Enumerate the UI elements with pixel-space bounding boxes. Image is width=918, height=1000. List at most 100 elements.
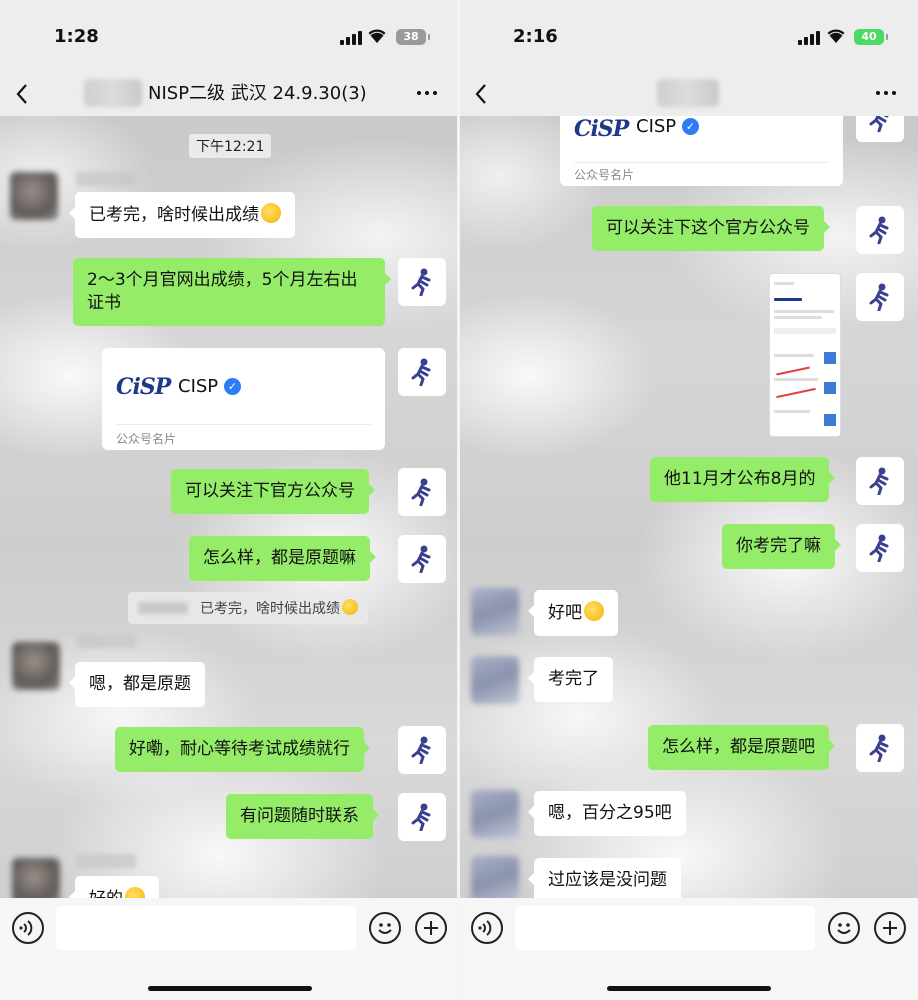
running-man-icon [411, 545, 431, 573]
message-bubble-sent[interactable]: 他11月才公布8月的 [650, 457, 836, 502]
message-bubble-sent[interactable]: 2～3个月官网出成绩，5个月左右出证书 [73, 258, 391, 326]
avatar-self[interactable] [398, 348, 446, 396]
more-button[interactable] [876, 84, 898, 104]
card-account-name: CISP [636, 116, 677, 137]
blurred-group-prefix [84, 79, 142, 107]
avatar-self[interactable] [398, 726, 446, 774]
voice-input-button[interactable] [12, 912, 44, 944]
cellular-signal-icon [340, 31, 364, 45]
message-bubble-sent[interactable]: 你考完了嘛 [722, 524, 841, 569]
status-bar: 1:28 38 [0, 0, 459, 72]
avatar-self[interactable] [856, 116, 904, 142]
card-account-name: CISP [178, 376, 219, 397]
message-bubble-received[interactable]: 嗯，百分之95吧 [528, 791, 686, 836]
status-bar: 2:16 40 [459, 0, 918, 72]
input-bar [459, 898, 918, 1000]
message-bubble-received[interactable]: 过应该是没问题 [528, 858, 681, 898]
smiley-icon [378, 923, 392, 934]
left-phone-screen: 1:28 38 NISP二级 武汉 24.9.30(3) 下午12:21 已考完… [0, 0, 459, 1000]
emoji-face-icon [125, 887, 145, 898]
chevron-left-icon [16, 84, 27, 104]
status-time: 1:28 [54, 26, 99, 47]
message-bubble-sent[interactable]: 可以关注下官方公众号 [171, 469, 375, 514]
message-bubble-received[interactable]: 嗯，都是原题 [69, 662, 205, 707]
message-bubble-sent[interactable]: 怎么样，都是原题嘛 [189, 536, 376, 581]
emoji-button[interactable] [828, 912, 860, 944]
message-bubble-received[interactable]: 考完了 [528, 657, 613, 702]
voice-input-button[interactable] [471, 912, 503, 944]
avatar[interactable] [471, 588, 519, 636]
avatar-self[interactable] [856, 273, 904, 321]
chevron-left-icon [475, 84, 486, 104]
verified-badge-icon: ✓ [224, 378, 241, 395]
blurred-sender-name [76, 854, 136, 868]
status-time: 2:16 [513, 26, 558, 47]
chat-area[interactable]: CiSP CISP ✓ 公众号名片 可以关注下这个官方公众号 他11月才公布8月… [459, 116, 918, 898]
running-man-icon [411, 268, 431, 296]
cisp-logo: CiSP [116, 374, 171, 400]
message-bubble-received[interactable]: 好吧 [528, 590, 618, 636]
cisp-logo: CiSP [574, 116, 629, 142]
blurred-sender-name [76, 172, 136, 186]
avatar[interactable] [10, 172, 58, 220]
message-input[interactable] [56, 906, 356, 950]
back-button[interactable] [475, 78, 495, 110]
chat-title: NISP二级 武汉 24.9.30(3) [148, 83, 367, 104]
emoji-face-icon [261, 203, 281, 223]
avatar-self[interactable] [398, 535, 446, 583]
emoji-face-icon [342, 599, 358, 615]
right-phone-screen: 2:16 40 CiSP CISP ✓ 公众号名片 可以关注下这个官方公众号 他… [459, 0, 918, 1000]
image-message-thumbnail[interactable] [769, 273, 841, 437]
blurred-sender-name [76, 634, 136, 648]
add-attachment-button[interactable] [415, 912, 447, 944]
running-man-icon [411, 803, 431, 831]
avatar-self[interactable] [856, 206, 904, 254]
running-man-icon [869, 283, 889, 311]
chat-nav-bar: NISP二级 武汉 24.9.30(3) [0, 72, 459, 116]
message-input[interactable] [515, 906, 815, 950]
smiley-icon [837, 923, 851, 934]
emoji-button[interactable] [369, 912, 401, 944]
wifi-icon [368, 29, 386, 43]
running-man-icon [869, 534, 889, 562]
cellular-signal-icon [798, 31, 822, 45]
battery-icon: 40 [854, 29, 888, 45]
avatar-self[interactable] [856, 724, 904, 772]
official-account-card[interactable]: CiSP CISP ✓ 公众号名片 [102, 348, 385, 450]
avatar[interactable] [12, 642, 60, 690]
home-indicator [148, 986, 312, 991]
avatar[interactable] [471, 790, 519, 838]
message-bubble-received[interactable]: 好的 [69, 876, 159, 898]
avatar-self[interactable] [398, 258, 446, 306]
message-timestamp: 下午12:21 [189, 134, 272, 158]
avatar[interactable] [471, 856, 519, 898]
voice-wave-icon [19, 920, 33, 936]
running-man-icon [411, 478, 431, 506]
battery-icon: 38 [396, 29, 430, 45]
quoted-message[interactable]: 已考完，啥时候出成绩 [128, 592, 368, 624]
screenshot-divider [457, 0, 460, 1000]
chat-area[interactable]: 下午12:21 已考完，啥时候出成绩 2～3个月官网出成绩，5个月左右出证书 C… [0, 116, 459, 898]
message-bubble-sent[interactable]: 有问题随时联系 [226, 794, 379, 839]
avatar-self[interactable] [398, 793, 446, 841]
add-attachment-button[interactable] [874, 912, 906, 944]
more-button[interactable] [417, 84, 439, 104]
avatar-self[interactable] [856, 524, 904, 572]
message-bubble-sent[interactable]: 好嘞，耐心等待考试成绩就行 [115, 727, 370, 772]
avatar[interactable] [471, 656, 519, 704]
blurred-quote-sender [138, 602, 188, 614]
avatar-self[interactable] [856, 457, 904, 505]
avatar[interactable] [12, 858, 60, 898]
message-bubble-sent[interactable]: 可以关注下这个官方公众号 [592, 206, 830, 251]
message-bubble-sent[interactable]: 怎么样，都是原题吧 [648, 725, 835, 770]
input-bar [0, 898, 459, 1000]
official-account-card[interactable]: CiSP CISP ✓ 公众号名片 [560, 116, 843, 186]
running-man-icon [869, 734, 889, 762]
message-bubble-received[interactable]: 已考完，啥时候出成绩 [69, 192, 295, 238]
running-man-icon [869, 216, 889, 244]
avatar-self[interactable] [398, 468, 446, 516]
back-button[interactable] [16, 78, 36, 110]
emoji-face-icon [584, 601, 604, 621]
card-type-label: 公众号名片 [574, 168, 635, 182]
wifi-icon [827, 29, 845, 43]
